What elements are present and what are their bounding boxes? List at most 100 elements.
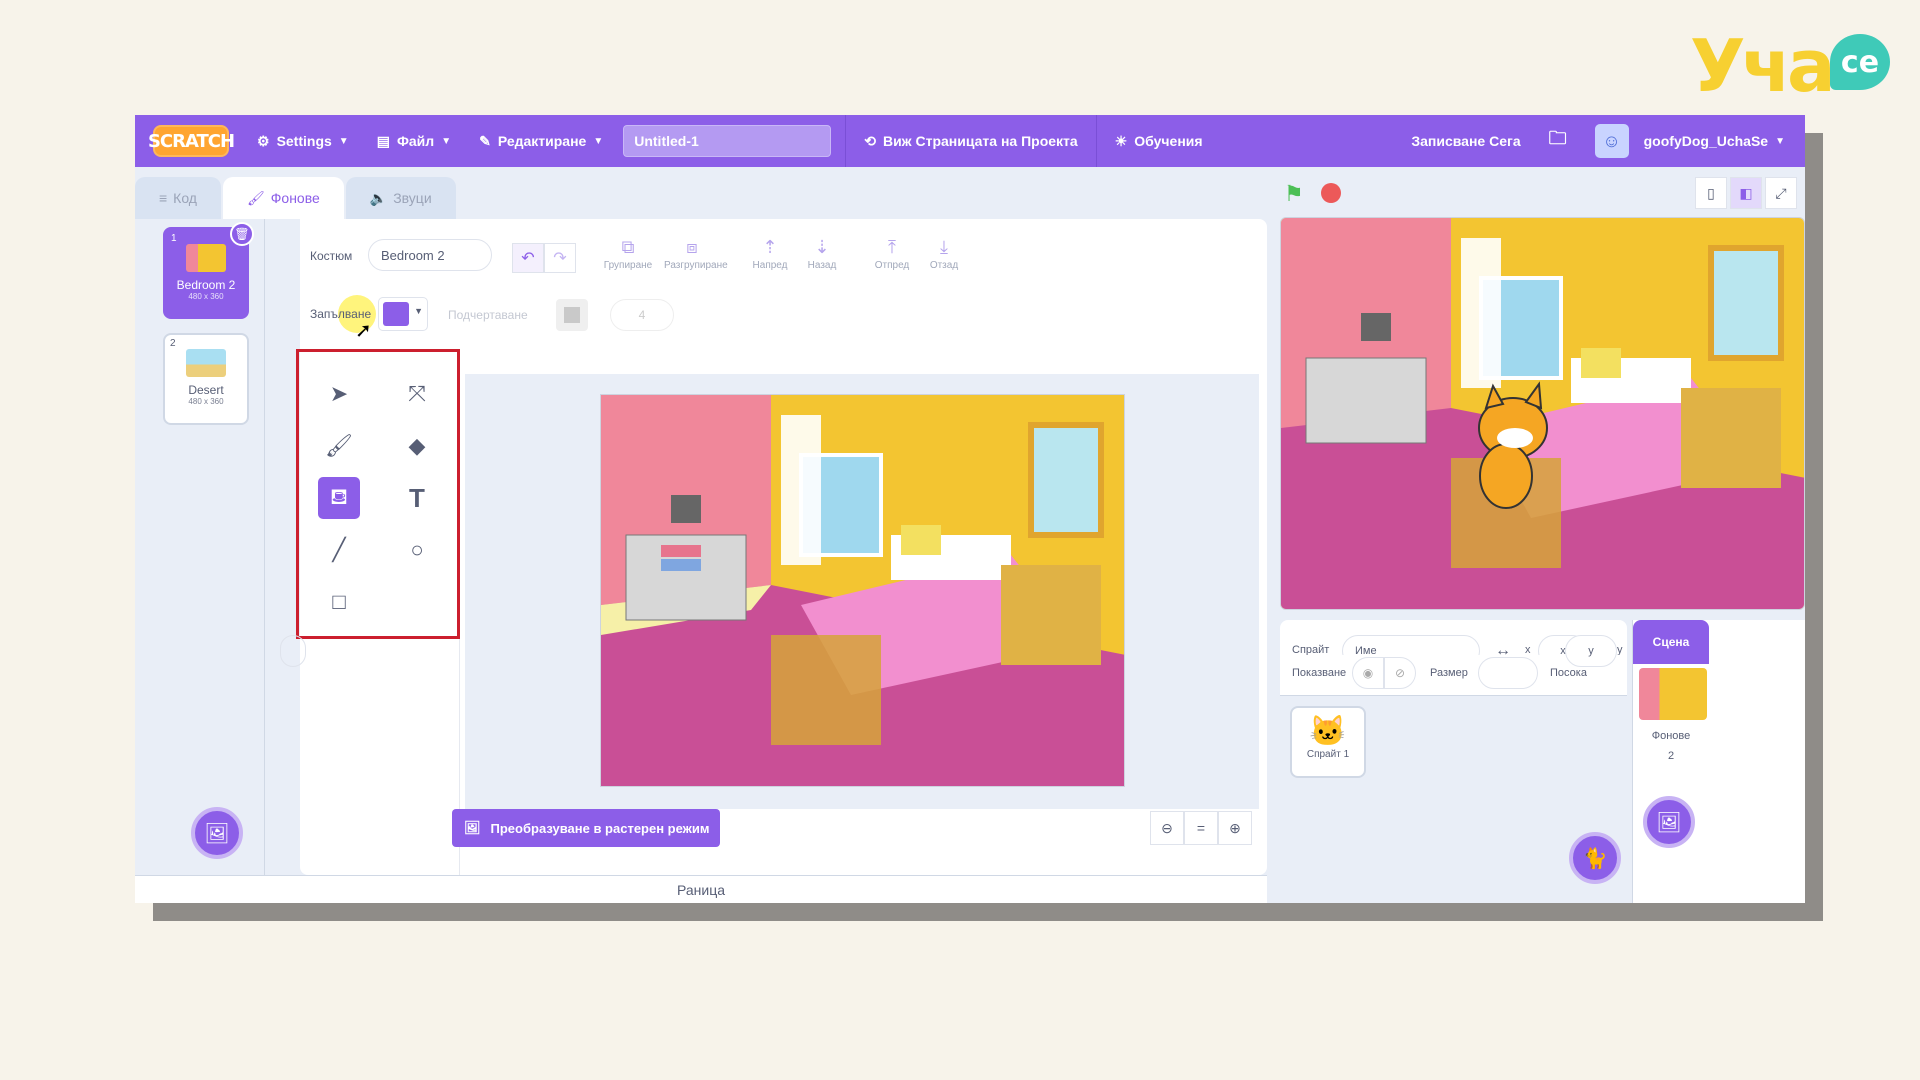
backpack-bar[interactable]: Раница — [135, 875, 1267, 903]
sprite-tile-1[interactable]: 🐱 Спрайт 1 — [1290, 706, 1366, 778]
ungroup-icon: ⧈ — [686, 237, 698, 257]
choose-sprite-button[interactable]: 🐈 — [1569, 832, 1621, 884]
my-stuff-button[interactable]: 🗀 — [1535, 115, 1581, 167]
circle-icon: ○ — [410, 537, 424, 562]
backdrop-number: 1 — [171, 233, 177, 244]
edit-menu[interactable]: ✎ Редактиране ▼ — [465, 115, 617, 167]
large-stage-button[interactable]: ◧ — [1730, 177, 1762, 209]
account-menu[interactable]: ☺ goofyDog_UchaSe ▼ — [1581, 115, 1799, 167]
fullscreen-icon: ⤢ — [1775, 184, 1787, 201]
cat-icon: 🐱 — [1309, 715, 1347, 748]
back-button[interactable]: ⤓ Отзад — [916, 237, 972, 271]
project-page-label: Виж Страницата на Проекта — [882, 133, 1078, 149]
stage[interactable] — [1280, 217, 1805, 610]
large-stage-icon: ◧ — [1739, 184, 1753, 201]
speaker-icon: 🔈 — [369, 189, 388, 206]
mouse-cursor-icon: ➚ — [355, 320, 372, 342]
arrow-up-icon: ⇡ — [762, 237, 778, 257]
stage-target-pane[interactable]: Сцена Фонове 2 🖼 — [1632, 620, 1805, 903]
circle-tool[interactable]: ○ — [396, 529, 438, 571]
stop-button[interactable] — [1321, 183, 1341, 203]
outline-label: Подчертаване — [448, 308, 528, 322]
backward-label: Назад — [807, 260, 837, 271]
flag-icon: ⚑ — [1284, 181, 1304, 206]
see-project-page-button[interactable]: ⟲ Виж Страницата на Проекта — [850, 115, 1091, 167]
text-tool[interactable]: T — [396, 477, 438, 519]
y-input[interactable]: y — [1565, 635, 1617, 667]
hide-sprite-button[interactable]: ⊘ — [1384, 657, 1416, 689]
line-tool[interactable]: ╱ — [318, 529, 360, 571]
redo-button[interactable]: ↷ — [544, 243, 576, 273]
eraser-tool[interactable]: ◆ — [396, 425, 438, 467]
zoom-reset-button[interactable]: = — [1184, 811, 1218, 845]
brush-icon: 🖌 — [325, 433, 353, 458]
reshape-tool[interactable]: ⤧ — [396, 373, 438, 415]
front-button[interactable]: ⤒ Отпред — [864, 237, 920, 271]
forward-button[interactable]: ⇡ Напред — [742, 237, 798, 271]
outline-width-input[interactable]: 4 — [610, 299, 674, 331]
eraser-icon: ◆ — [408, 433, 426, 458]
convert-to-bitmap-button[interactable]: 🖼 Преобразуване в растерен режим — [452, 809, 720, 847]
backdrop-tile-1[interactable]: 1 Bedroom 2 480 x 360 🗑 — [163, 222, 254, 319]
zoom-in-icon: ⊕ — [1229, 819, 1241, 836]
tutorials-button[interactable]: ☀ Обучения — [1101, 115, 1217, 167]
trash-icon[interactable]: 🗑 — [230, 222, 254, 246]
tab-sounds-label: Звуци — [393, 190, 432, 206]
fullscreen-button[interactable]: ⤢ — [1765, 177, 1797, 209]
choose-backdrop-stage-button[interactable]: 🖼 — [1643, 796, 1695, 848]
undo-button[interactable]: ↶ — [512, 243, 544, 273]
file-menu[interactable]: ▤ Файл ▼ — [363, 115, 465, 167]
line-icon: ╱ — [332, 537, 346, 562]
zoom-out-icon: ⊖ — [1161, 819, 1173, 836]
save-now-button[interactable]: Записване Сега — [1397, 115, 1534, 167]
avatar: ☺ — [1594, 124, 1629, 158]
green-flag-button[interactable]: ⚑ — [1284, 181, 1304, 207]
back-label: Отзад — [929, 260, 959, 271]
forward-label: Напред — [752, 260, 788, 271]
tab-sounds[interactable]: 🔈 Звуци — [345, 177, 456, 219]
project-title-input[interactable]: Untitled-1 — [623, 125, 832, 157]
tutorials-label: Обучения — [1134, 133, 1203, 149]
size-label: Размер — [1430, 667, 1468, 679]
small-stage-button[interactable]: ▯ — [1695, 177, 1727, 209]
ungroup-label: Разгрупиране — [664, 260, 728, 271]
backdrop-list: 1 Bedroom 2 480 x 360 🗑 2 Desert 480 x 3… — [135, 219, 265, 875]
arrow-top-icon: ⤒ — [888, 237, 896, 257]
caret-down-icon: ▼ — [593, 135, 604, 147]
select-tool[interactable]: ➤ — [318, 373, 360, 415]
scratch-logo[interactable]: SCRATCH — [148, 125, 235, 157]
folder-icon: 🗀 — [1548, 128, 1567, 148]
fill-color-swatch — [383, 302, 409, 326]
image-add-icon: 🖼 — [1656, 811, 1682, 834]
ungroup-button[interactable]: ⧈ Разгрупиране — [664, 237, 728, 271]
group-button[interactable]: ⧉ Групиране — [600, 237, 656, 271]
tool-palette: ➤ ⤧ 🖌 ◆ ⛾ T ╱ ○ □ — [296, 349, 460, 875]
fill-tool[interactable]: ⛾ — [318, 477, 360, 519]
paint-canvas[interactable] — [600, 394, 1125, 787]
edit-label: Редактиране — [497, 133, 587, 149]
costume-name-input[interactable]: Bedroom 2 — [368, 239, 492, 271]
editor-tabs: ≡ Код 🖌 Фонове 🔈 Звуци — [135, 177, 458, 219]
project-page-icon: ⟲ — [864, 132, 876, 149]
fill-color-picker[interactable]: ▼ — [378, 297, 428, 331]
zoom-in-button[interactable]: ⊕ — [1218, 811, 1252, 845]
show-sprite-button[interactable]: ◉ — [1352, 657, 1384, 689]
stage-render — [1281, 218, 1804, 609]
direction-label: Посока — [1550, 667, 1587, 679]
outline-color-picker[interactable] — [554, 299, 602, 331]
tab-code[interactable]: ≡ Код — [135, 177, 221, 219]
zoom-reset-label: = — [1196, 820, 1206, 836]
backdrops-count: 2 — [1667, 750, 1675, 762]
rectangle-tool[interactable]: □ — [318, 581, 360, 623]
backdrop-size: 480 x 360 — [188, 292, 224, 301]
backward-button[interactable]: ⇣ Назад — [794, 237, 850, 271]
size-input[interactable] — [1478, 657, 1538, 689]
tab-backdrops[interactable]: 🖌 Фонове — [222, 177, 344, 219]
arrow-bottom-icon: ⤓ — [940, 237, 948, 257]
brush-tool[interactable]: 🖌 — [318, 425, 360, 467]
zoom-out-button[interactable]: ⊖ — [1150, 811, 1184, 845]
choose-backdrop-button[interactable]: 🖼 — [191, 807, 243, 859]
stage-thumbnail — [1639, 668, 1707, 720]
settings-menu[interactable]: ⚙ Settings ▼ — [243, 115, 363, 167]
backdrop-tile-2[interactable]: 2 Desert 480 x 360 — [163, 333, 249, 425]
